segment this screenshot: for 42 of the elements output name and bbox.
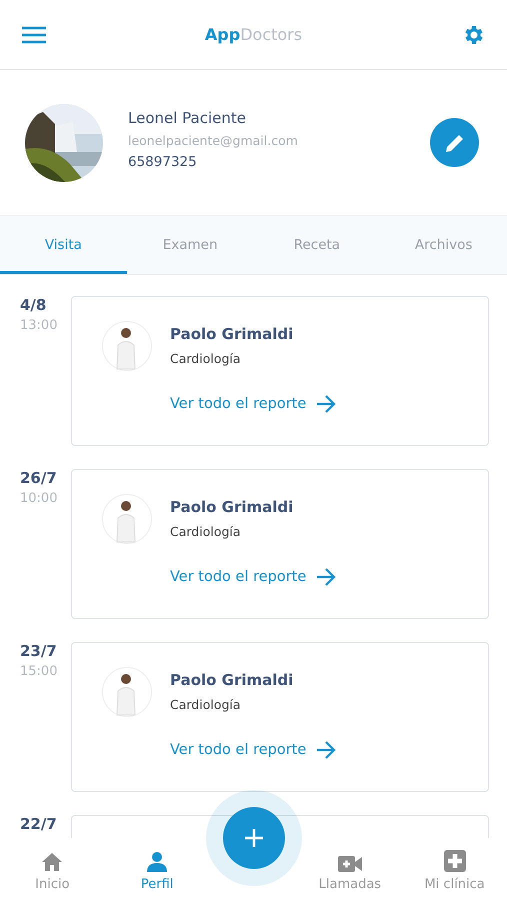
nav-tab[interactable]: Inicio [0,838,105,900]
arrow-right-icon [316,568,336,586]
specialty: Cardiología [170,524,242,539]
doctor-avatar-icon [102,494,152,544]
report-link[interactable]: Ver todo el reporte [170,741,336,759]
doctor-avatar-icon [102,321,152,371]
doctor-name: Paolo Grimaldi [170,671,294,689]
home-icon [41,852,64,872]
report-link[interactable]: Ver todo el reporte [170,568,336,586]
tab[interactable]: Examen [126,216,254,274]
arrow-right-icon [316,395,336,413]
visit-time: 13:00 [20,318,58,333]
visit-time: 10:00 [20,491,58,506]
visit-date: 22/7 [20,815,58,833]
patient-name: Leonel Paciente [128,109,247,127]
menu-icon [22,26,46,44]
specialty: Cardiología [170,697,242,712]
app-logo: AppDoctors [204,25,302,44]
plus-icon [244,828,264,848]
visit-date: 23/7 [20,642,58,660]
doctor-name: Paolo Grimaldi [170,325,294,343]
visit-time: 15:00 [20,664,58,679]
visit-date: 4/8 [20,296,48,314]
medical-cross-icon [444,850,466,872]
nav-tab[interactable]: Llamadas [298,838,402,900]
visit-date: 26/7 [20,469,58,487]
menu-button[interactable] [22,26,46,44]
patient-email: leonelpaciente@gmail.com [128,133,299,148]
tab[interactable]: Receta [254,216,380,274]
doctor-avatar-icon [102,667,152,717]
nav-tab[interactable]: Mi clínica [402,838,507,900]
edit-button[interactable] [430,118,479,167]
doctor-name: Paolo Grimaldi [170,498,294,516]
report-link[interactable]: Ver todo el reporte [170,395,336,413]
patient-phone: 65897325 [128,154,198,170]
person-icon [146,852,168,872]
specialty: Cardiología [170,351,242,366]
arrow-right-icon [316,741,336,759]
nav-tab[interactable]: Perfil [104,838,210,900]
tab[interactable]: Visita [0,216,127,274]
video-camera-icon [338,856,362,872]
tab[interactable]: Archivos [380,216,507,274]
